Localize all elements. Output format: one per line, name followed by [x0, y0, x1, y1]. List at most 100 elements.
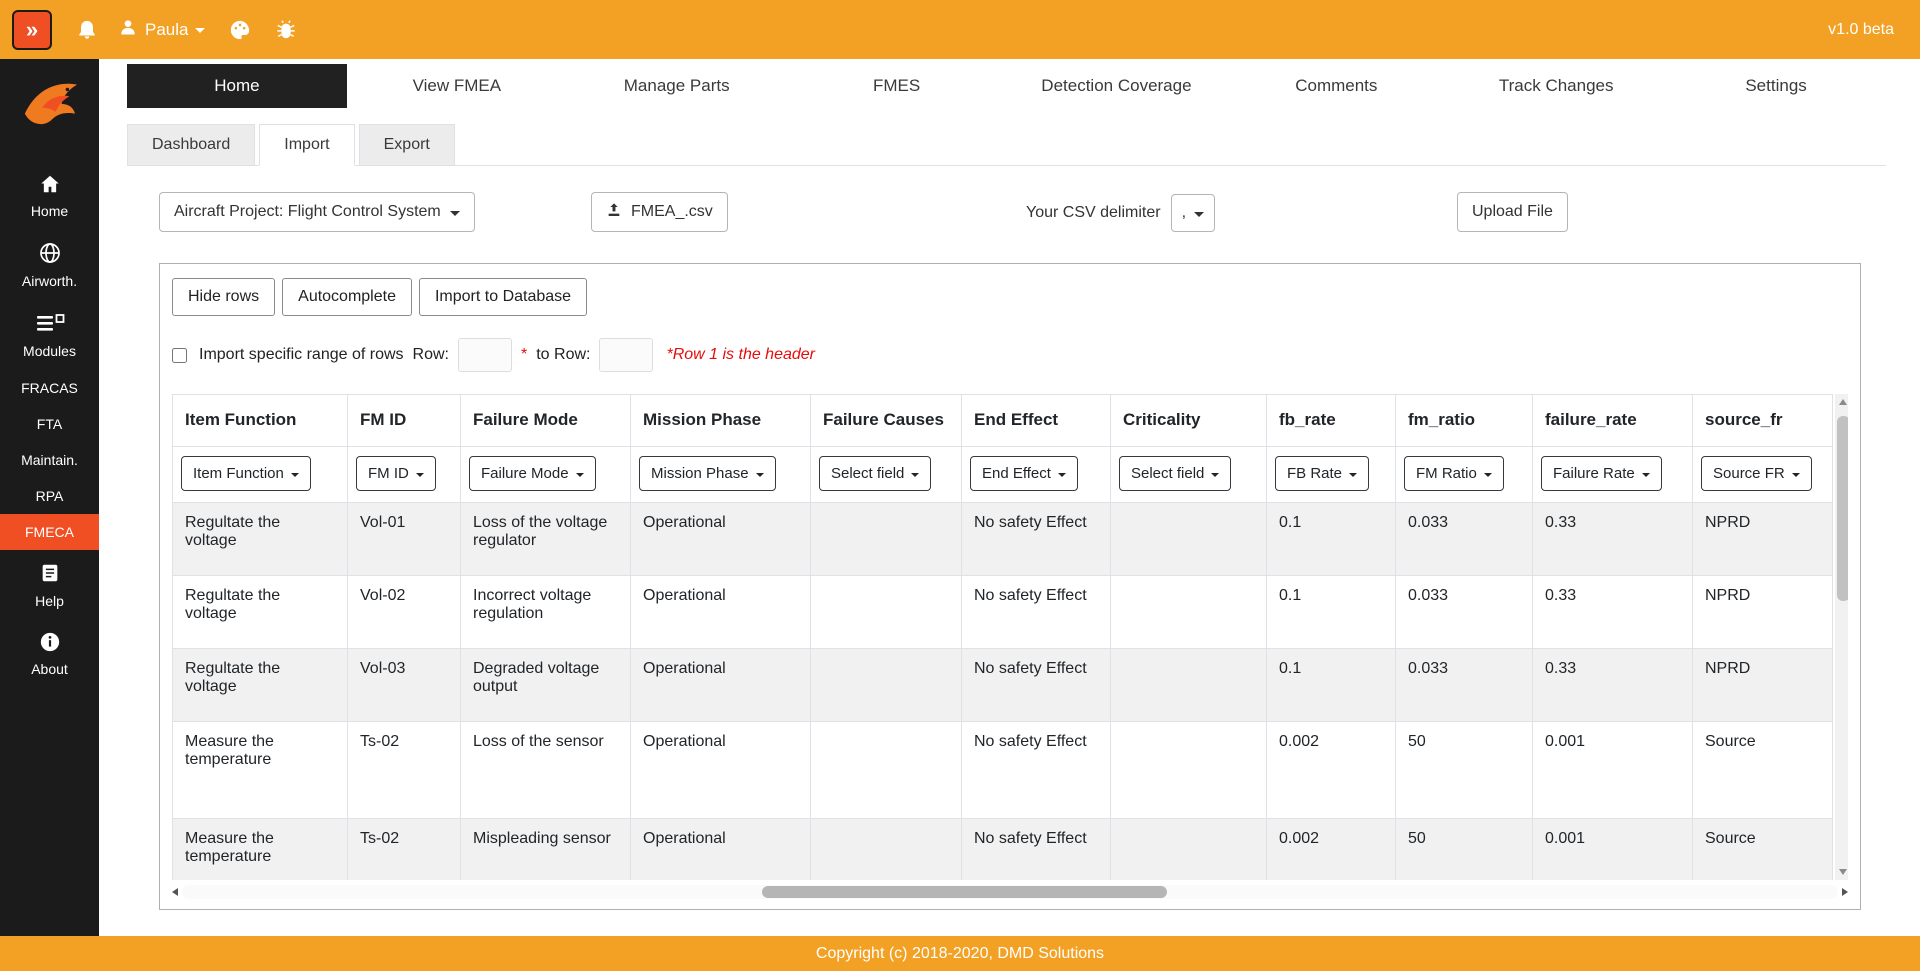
- tab-fmes[interactable]: FMES: [787, 64, 1007, 108]
- filter-dropdown-fm-ratio[interactable]: FM Ratio: [1404, 456, 1504, 491]
- table-row: Measure the temperature Ts-02 Loss of th…: [173, 722, 1833, 819]
- cell-failure-mode: Incorrect voltage regulation: [461, 576, 631, 649]
- choose-file-button[interactable]: FMEA_.csv: [591, 192, 728, 232]
- cell-failure-mode: Mispleading sensor: [461, 819, 631, 881]
- subtab-label: Export: [384, 136, 430, 153]
- bug-report-icon[interactable]: [275, 19, 297, 41]
- horizontal-scrollbar-track[interactable]: [182, 885, 1838, 899]
- cell-fm-id: Vol-03: [348, 649, 461, 722]
- sidebar-item-about[interactable]: About: [0, 620, 99, 688]
- notifications-bell-icon[interactable]: [76, 18, 98, 42]
- filter-label: FM ID: [368, 465, 409, 482]
- sidebar-item-label: Airworth.: [22, 273, 77, 289]
- theme-palette-icon[interactable]: [229, 19, 251, 41]
- sidebar-item-label: Maintain.: [21, 452, 78, 468]
- row-to-input[interactable]: [599, 338, 653, 372]
- column-header: source_fr: [1693, 395, 1833, 447]
- hide-rows-button[interactable]: Hide rows: [172, 278, 275, 316]
- vertical-scrollbar[interactable]: [1835, 394, 1848, 880]
- delimiter-value: ,: [1182, 204, 1186, 222]
- app-root: » Paula v1.0 beta: [0, 0, 1920, 971]
- subtab-dashboard[interactable]: Dashboard: [127, 124, 255, 165]
- table-header-row: Item Function FM ID Failure Mode Mission…: [173, 395, 1833, 447]
- sidebar-item-help[interactable]: Help: [0, 550, 99, 620]
- cell-criticality: [1111, 576, 1267, 649]
- filter-dropdown-criticality[interactable]: Select field: [1119, 456, 1231, 491]
- user-name: Paula: [145, 20, 188, 40]
- horizontal-scrollbar-thumb[interactable]: [762, 886, 1168, 898]
- range-checkbox[interactable]: [172, 348, 187, 363]
- tab-view-fmea[interactable]: View FMEA: [347, 64, 567, 108]
- subtab-label: Dashboard: [152, 136, 230, 153]
- header-row-note: *Row 1 is the header: [666, 346, 815, 364]
- cell-fm-ratio: 50: [1396, 722, 1533, 819]
- import-to-database-button[interactable]: Import to Database: [419, 278, 587, 316]
- sidebar-item-maintain[interactable]: Maintain.: [0, 442, 99, 478]
- sidebar-item-label: Home: [31, 203, 68, 219]
- sidebar-item-home[interactable]: Home: [0, 162, 99, 230]
- tab-track-changes[interactable]: Track Changes: [1446, 64, 1666, 108]
- scroll-up-arrow-icon[interactable]: [1839, 399, 1847, 405]
- tab-label: View FMEA: [413, 76, 502, 96]
- sidebar-item-airworthiness[interactable]: Airworth.: [0, 230, 99, 300]
- filter-dropdown-failure-mode[interactable]: Failure Mode: [469, 456, 596, 491]
- cell-end-effect: No safety Effect: [962, 819, 1111, 881]
- sidebar: Home Airworth. Modules FRACAS FTA Mainta…: [0, 59, 99, 936]
- tab-label: Home: [214, 76, 259, 96]
- row-from-input[interactable]: [458, 338, 512, 372]
- scroll-right-arrow-icon[interactable]: [1842, 888, 1848, 896]
- column-header: fb_rate: [1267, 395, 1396, 447]
- project-selector-dropdown[interactable]: Aircraft Project: Flight Control System: [159, 192, 475, 232]
- filter-dropdown-item-function[interactable]: Item Function: [181, 456, 311, 491]
- autocomplete-button[interactable]: Autocomplete: [282, 278, 412, 316]
- filter-dropdown-fb-rate[interactable]: FB Rate: [1275, 456, 1369, 491]
- filter-dropdown-fm-id[interactable]: FM ID: [356, 456, 436, 491]
- tab-manage-parts[interactable]: Manage Parts: [567, 64, 787, 108]
- filter-label: Select field: [831, 465, 904, 482]
- filter-dropdown-failure-causes[interactable]: Select field: [819, 456, 931, 491]
- tab-home[interactable]: Home: [127, 64, 347, 108]
- filter-dropdown-end-effect[interactable]: End Effect: [970, 456, 1078, 491]
- chevron-down-icon: [1484, 473, 1492, 477]
- column-header: failure_rate: [1533, 395, 1693, 447]
- cell-mission-phase: Operational: [631, 819, 811, 881]
- scroll-left-arrow-icon[interactable]: [172, 888, 178, 896]
- chevron-down-icon: [450, 211, 460, 216]
- delimiter-dropdown[interactable]: ,: [1171, 194, 1215, 232]
- sidebar-item-modules[interactable]: Modules: [0, 300, 99, 370]
- cell-item-function: Measure the temperature: [173, 819, 348, 881]
- cell-fm-id: Vol-01: [348, 503, 461, 576]
- column-header: Failure Causes: [811, 395, 962, 447]
- main-content: Home View FMEA Manage Parts FMES Detecti…: [99, 59, 1920, 936]
- delimiter-label: Your CSV delimiter: [1026, 204, 1161, 222]
- filter-label: FB Rate: [1287, 465, 1342, 482]
- cell-end-effect: No safety Effect: [962, 503, 1111, 576]
- vertical-scrollbar-thumb[interactable]: [1837, 416, 1848, 601]
- sidebar-item-rpa[interactable]: RPA: [0, 478, 99, 514]
- user-avatar-icon: [118, 17, 138, 42]
- horizontal-scrollbar[interactable]: [172, 883, 1848, 901]
- secondary-nav: Dashboard Import Export: [127, 124, 1886, 166]
- sidebar-item-fracas[interactable]: FRACAS: [0, 370, 99, 406]
- tab-label: FMES: [873, 76, 920, 96]
- sidebar-item-fta[interactable]: FTA: [0, 406, 99, 442]
- sidebar-item-fmeca[interactable]: FMECA: [0, 514, 99, 550]
- top-bar: » Paula v1.0 beta: [0, 0, 1920, 59]
- subtab-import[interactable]: Import: [259, 124, 354, 166]
- filter-dropdown-failure-rate[interactable]: Failure Rate: [1541, 456, 1662, 491]
- chevron-down-icon: [1058, 473, 1066, 477]
- filter-dropdown-mission-phase[interactable]: Mission Phase: [639, 456, 776, 491]
- sidebar-collapse-button[interactable]: »: [12, 10, 52, 50]
- subtab-export[interactable]: Export: [359, 124, 455, 165]
- app-logo[interactable]: [19, 75, 81, 138]
- tab-label: Detection Coverage: [1041, 76, 1191, 96]
- tab-settings[interactable]: Settings: [1666, 64, 1886, 108]
- upload-file-button[interactable]: Upload File: [1457, 192, 1568, 232]
- filter-dropdown-source-fr[interactable]: Source FR: [1701, 456, 1812, 491]
- import-panel: Hide rows Autocomplete Import to Databas…: [159, 263, 1861, 910]
- cell-item-function: Regultate the voltage: [173, 503, 348, 576]
- scroll-down-arrow-icon[interactable]: [1839, 869, 1847, 875]
- user-menu[interactable]: Paula: [118, 17, 205, 42]
- tab-comments[interactable]: Comments: [1226, 64, 1446, 108]
- tab-detection-coverage[interactable]: Detection Coverage: [1007, 64, 1227, 108]
